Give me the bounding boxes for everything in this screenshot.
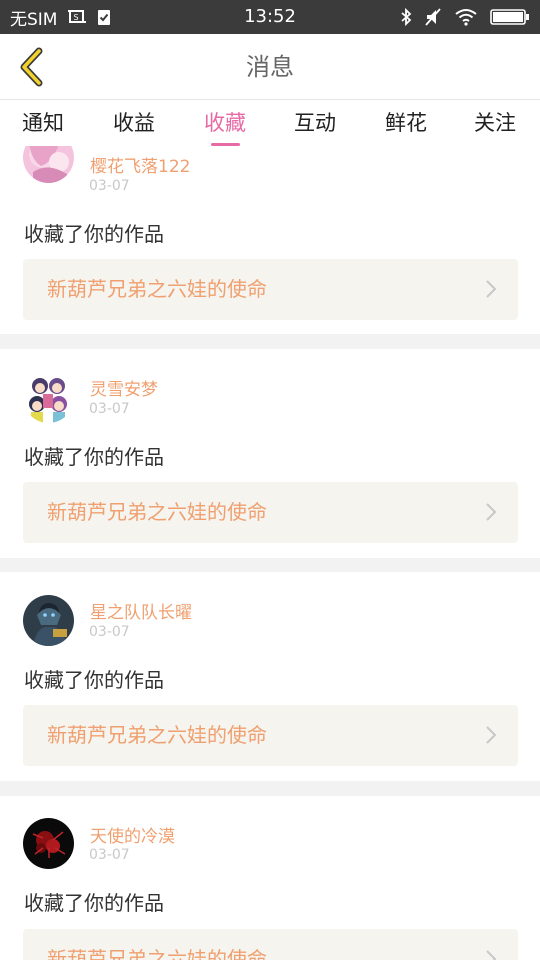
date: 03-07 bbox=[89, 624, 130, 640]
avatar[interactable] bbox=[23, 146, 74, 183]
navigation-header: 消息 bbox=[0, 34, 540, 100]
work-link[interactable]: 新葫芦兄弟之六娃的使命 bbox=[23, 259, 518, 320]
list-item: 星之队队长曜 03-07 收藏了你的作品 新葫芦兄弟之六娃的使命 bbox=[0, 572, 540, 781]
work-link[interactable]: 新葫芦兄弟之六娃的使命 bbox=[23, 705, 518, 766]
battery-icon bbox=[490, 8, 530, 26]
avatar[interactable] bbox=[23, 595, 74, 646]
tab-earnings[interactable]: 收益 bbox=[113, 100, 155, 146]
avatar[interactable] bbox=[23, 372, 74, 423]
bluetooth-icon bbox=[400, 7, 412, 27]
work-title: 新葫芦兄弟之六娃的使命 bbox=[47, 947, 267, 960]
tab-flowers[interactable]: 鲜花 bbox=[385, 100, 427, 146]
tab-favorites[interactable]: 收藏 bbox=[204, 100, 246, 146]
username[interactable]: 星之队队长曜 bbox=[90, 598, 192, 623]
status-bar: 无SIM S 13:52 bbox=[0, 0, 540, 34]
work-title: 新葫芦兄弟之六娃的使命 bbox=[47, 500, 267, 524]
date: 03-07 bbox=[89, 847, 130, 863]
anime-group-avatar-icon bbox=[23, 372, 74, 423]
action-text: 收藏了你的作品 bbox=[24, 891, 164, 915]
list-item: 灵雪安梦 03-07 收藏了你的作品 新葫芦兄弟之六娃的使命 bbox=[0, 349, 540, 558]
work-title: 新葫芦兄弟之六娃的使命 bbox=[47, 277, 267, 301]
list-item: 樱花飞落122 03-07 收藏了你的作品 新葫芦兄弟之六娃的使命 bbox=[0, 146, 540, 334]
game-hero-avatar-icon bbox=[23, 595, 74, 646]
status-right bbox=[400, 0, 530, 34]
action-text: 收藏了你的作品 bbox=[24, 668, 164, 692]
page-title: 消息 bbox=[246, 53, 294, 81]
action-text: 收藏了你的作品 bbox=[24, 445, 164, 469]
tab-following[interactable]: 关注 bbox=[474, 100, 516, 146]
back-button[interactable] bbox=[12, 47, 52, 87]
date: 03-07 bbox=[89, 178, 130, 194]
username[interactable]: 天使的冷漠 bbox=[90, 822, 175, 847]
chevron-right-icon bbox=[486, 726, 497, 744]
chevron-right-icon bbox=[486, 280, 497, 298]
chevron-right-icon bbox=[486, 950, 497, 960]
red-flower-avatar-icon bbox=[23, 818, 74, 869]
action-text: 收藏了你的作品 bbox=[24, 222, 164, 246]
mute-icon bbox=[424, 7, 442, 27]
work-title: 新葫芦兄弟之六娃的使命 bbox=[47, 723, 267, 747]
favorites-feed[interactable]: 樱花飞落122 03-07 收藏了你的作品 新葫芦兄弟之六娃的使命 灵雪安梦 0… bbox=[0, 146, 540, 960]
list-item: 天使的冷漠 03-07 收藏了你的作品 新葫芦兄弟之六娃的使命 bbox=[0, 796, 540, 960]
pink-anime-avatar-icon bbox=[23, 146, 74, 183]
chevron-right-icon bbox=[486, 503, 497, 521]
date: 03-07 bbox=[89, 401, 130, 417]
wifi-icon bbox=[454, 8, 478, 26]
username[interactable]: 樱花飞落122 bbox=[90, 152, 190, 177]
tab-interactions[interactable]: 互动 bbox=[294, 100, 336, 146]
avatar[interactable] bbox=[23, 818, 74, 869]
username[interactable]: 灵雪安梦 bbox=[90, 375, 158, 400]
chevron-left-icon bbox=[20, 47, 43, 87]
tab-notifications[interactable]: 通知 bbox=[22, 100, 64, 146]
work-link[interactable]: 新葫芦兄弟之六娃的使命 bbox=[23, 482, 518, 543]
work-link[interactable]: 新葫芦兄弟之六娃的使命 bbox=[23, 929, 518, 960]
tab-bar: 通知 收益 收藏 互动 鲜花 关注 bbox=[0, 100, 540, 146]
